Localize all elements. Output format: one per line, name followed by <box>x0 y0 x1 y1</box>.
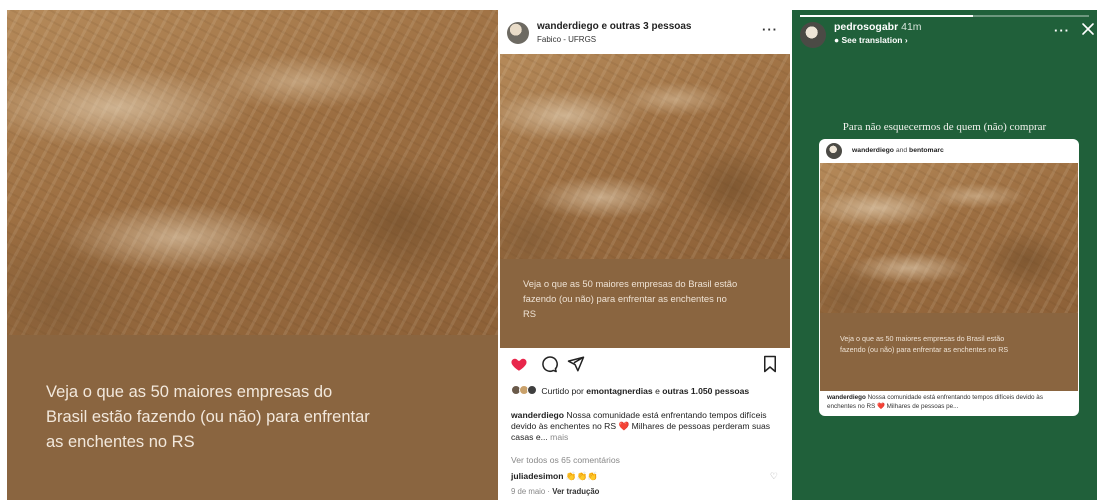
comment-icon[interactable] <box>540 355 558 373</box>
likes-summary[interactable]: Curtido por emontagnerdias e outras 1.05… <box>511 385 781 397</box>
card-image <box>820 163 1078 313</box>
screenshot-stage: Veja o que as 50 maiores empresas do Bra… <box>0 0 1097 500</box>
post-location[interactable]: Fabico - UFRGS <box>537 35 596 44</box>
avatar[interactable] <box>507 22 529 44</box>
see-translation-label: See translation › <box>841 35 908 45</box>
instagram-story: pedrosogabr 41m ● See translation › ··· … <box>792 10 1097 500</box>
post-date: 9 de maio <box>511 487 546 496</box>
card-avatar <box>826 143 842 159</box>
post-header: wanderdiego e outras 3 pessoas Fabico - … <box>500 10 790 54</box>
card-and: and <box>895 147 908 154</box>
view-all-comments-link[interactable]: Ver todos os 65 comentários <box>511 455 620 465</box>
post-username[interactable]: wanderdiego e outras 3 pessoas <box>537 21 692 32</box>
story-avatar[interactable] <box>800 22 826 48</box>
share-icon[interactable] <box>567 355 585 373</box>
more-options-icon[interactable]: ··· <box>762 22 778 37</box>
likes-mid: e <box>655 386 660 396</box>
post-image[interactable] <box>500 54 790 259</box>
comment-like-icon[interactable]: ♡ <box>770 471 778 482</box>
card-description: wanderdiego Nossa comunidade está enfren… <box>827 394 1073 411</box>
story-progress-bar <box>800 15 1089 17</box>
liker-avatars <box>511 385 539 395</box>
see-translation-link[interactable]: Ver tradução <box>552 487 599 496</box>
post-caption-text: Veja o que as 50 maiores empresas do Bra… <box>46 383 370 451</box>
post-image-caption-text: Veja o que as 50 maiores empresas do Bra… <box>523 278 738 319</box>
shared-post-card[interactable]: wanderdiego and bentomarc Veja o que as … <box>819 139 1079 416</box>
flood-water-image <box>7 10 498 335</box>
card-caption-area: Veja o que as 50 maiores empresas do Bra… <box>820 313 1078 391</box>
bookmark-icon[interactable] <box>761 355 779 373</box>
post-image-caption-area: Veja o que as 50 maiores empresas do Bra… <box>500 259 790 348</box>
card-users: wanderdiego and bentomarc <box>852 147 944 154</box>
story-username[interactable]: pedrosogabr <box>834 21 898 33</box>
likes-user[interactable]: emontagnerdias <box>586 386 652 396</box>
story-more-icon[interactable]: ··· <box>1054 23 1070 38</box>
card-user2: bentomarc <box>909 147 944 154</box>
likes-prefix: Curtido por <box>541 386 584 396</box>
comment-username[interactable]: juliadesimon <box>511 471 564 481</box>
instagram-post: wanderdiego e outras 3 pessoas Fabico - … <box>500 10 790 500</box>
story-time: 41m <box>901 21 922 33</box>
card-user1: wanderdiego <box>852 147 894 154</box>
post-description: wanderdiego Nossa comunidade está enfren… <box>511 410 781 443</box>
card-caption-text: Veja o que as 50 maiores empresas do Bra… <box>840 334 1009 354</box>
likes-count[interactable]: outras 1.050 pessoas <box>662 386 749 396</box>
story-progress-fill <box>800 15 974 17</box>
desc-username[interactable]: wanderdiego <box>511 410 564 420</box>
see-translation-button[interactable]: ● See translation › <box>834 35 908 45</box>
desc-more-link[interactable]: mais <box>550 432 568 442</box>
heart-icon[interactable] <box>510 355 528 373</box>
close-icon[interactable] <box>1081 22 1095 36</box>
post-actions <box>500 353 790 377</box>
post-meta: 9 de maio · Ver tradução <box>511 487 599 496</box>
post-image-large: Veja o que as 50 maiores empresas do Bra… <box>7 10 498 500</box>
globe-icon: ● <box>834 35 840 45</box>
caption-area: Veja o que as 50 maiores empresas do Bra… <box>7 335 498 500</box>
meta-separator: · <box>547 487 551 496</box>
comment-text: 👏👏👏 <box>565 471 599 481</box>
comment: juliadesimon 👏👏👏 <box>511 471 598 482</box>
card-desc-username: wanderdiego <box>827 394 866 401</box>
story-title: Para não esquecermos de quem (não) compr… <box>842 121 1047 133</box>
story-username-line[interactable]: pedrosogabr 41m <box>834 21 922 33</box>
